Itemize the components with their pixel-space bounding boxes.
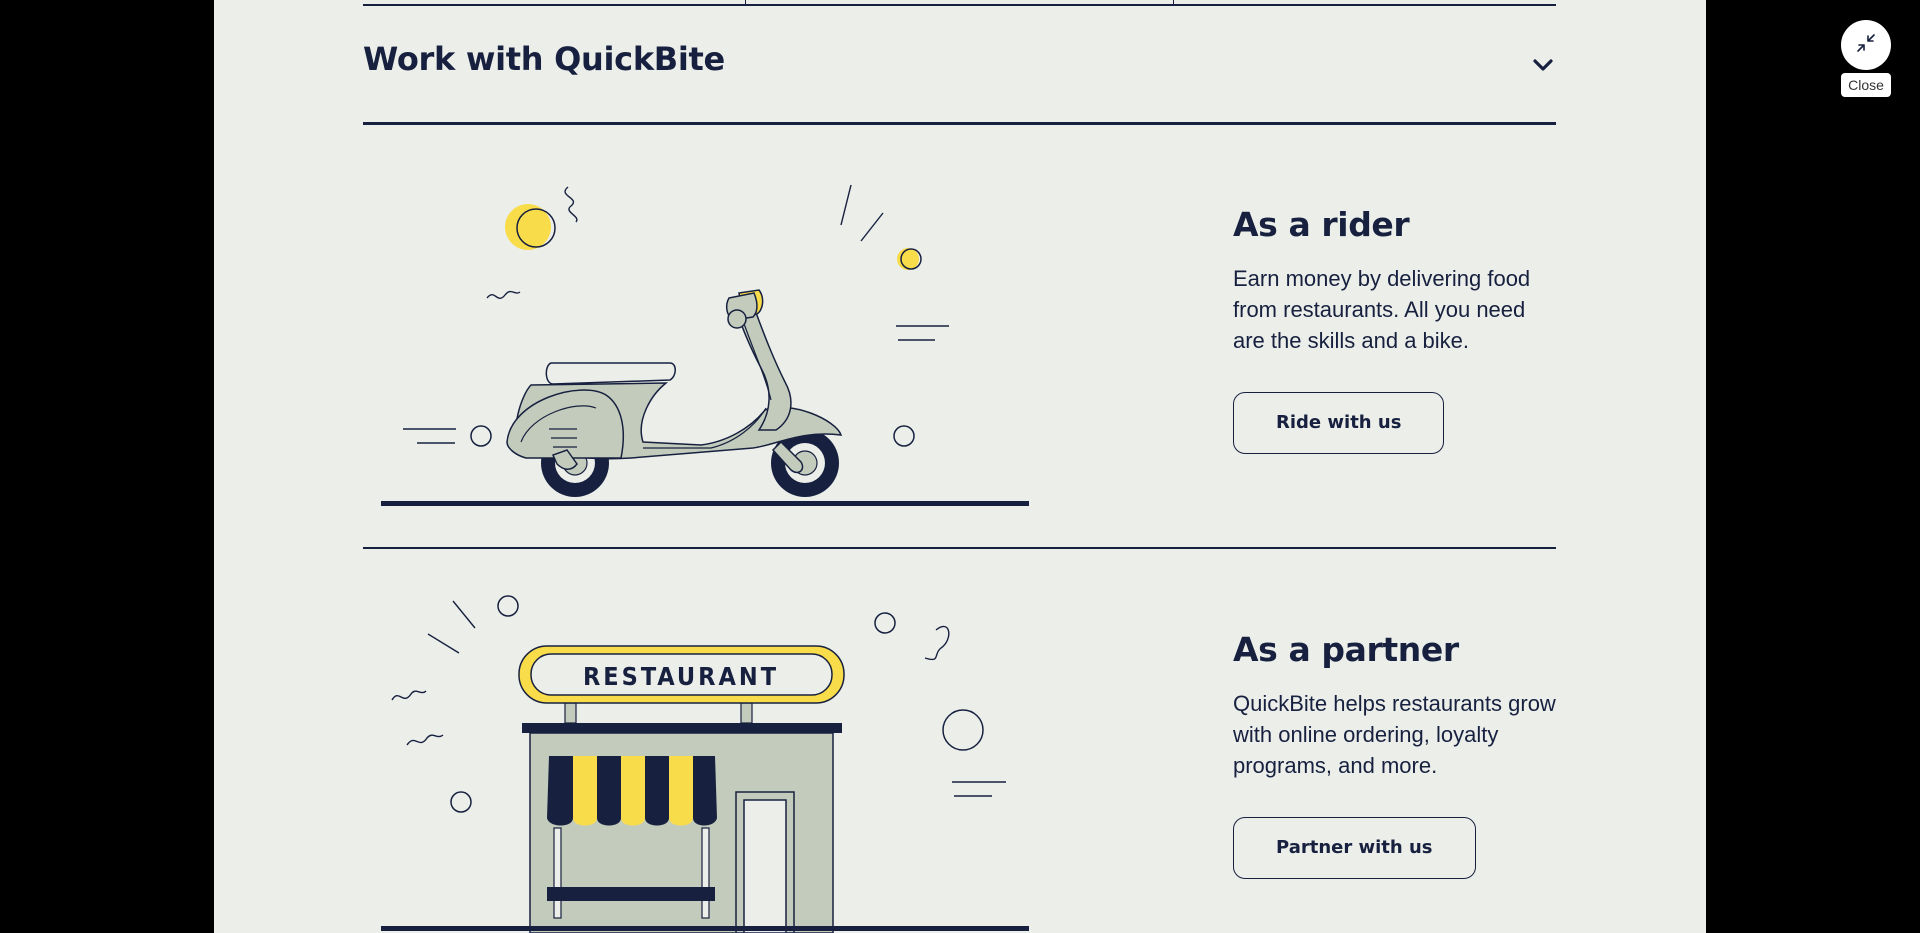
section-title: Work with QuickBite bbox=[363, 40, 725, 78]
section-divider bbox=[363, 122, 1556, 125]
close-tooltip: Close bbox=[1841, 73, 1891, 97]
work-with-section: Work with QuickBite As a rider Earn mone… bbox=[363, 0, 1556, 933]
chevron-down-icon[interactable] bbox=[1530, 52, 1556, 78]
rider-card: As a rider Earn money by delivering food… bbox=[1233, 205, 1563, 454]
partner-card: As a partner QuickBite helps restaurants… bbox=[1233, 630, 1563, 879]
partner-with-us-button[interactable]: Partner with us bbox=[1233, 816, 1476, 879]
top-divider-tick bbox=[745, 0, 746, 5]
restaurant-illustration: RESTAURANT bbox=[381, 588, 1031, 933]
close-button[interactable] bbox=[1841, 20, 1891, 70]
rider-description: Earn money by delivering food from resta… bbox=[1233, 265, 1531, 353]
partner-description: QuickBite helps restaurants grow with on… bbox=[1233, 690, 1556, 778]
modal-panel: Work with QuickBite As a rider Earn mone… bbox=[214, 0, 1706, 933]
restaurant-sign-text: RESTAURANT bbox=[583, 662, 779, 691]
rider-heading: As a rider bbox=[1233, 205, 1410, 244]
ride-with-us-button[interactable]: Ride with us bbox=[1233, 391, 1445, 454]
collapse-icon bbox=[1854, 31, 1878, 60]
scooter-illustration bbox=[381, 180, 1031, 515]
top-divider-tick bbox=[1173, 0, 1174, 5]
top-divider bbox=[363, 4, 1556, 6]
section-divider bbox=[363, 547, 1556, 549]
partner-heading: As a partner bbox=[1233, 630, 1459, 669]
